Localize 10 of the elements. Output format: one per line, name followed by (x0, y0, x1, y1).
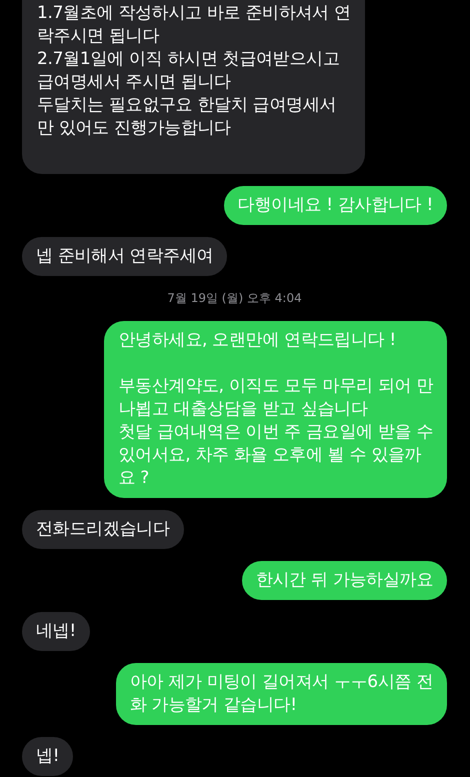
received-message-bubble: 1.7월초에 작성하시고 바로 준비하셔서 연 락주시면 됩니다 2.7월1일에 이직 하시면 첫급여받으시고 급여명세서 주시면 됩니다 두달치는 필요없구요 한달치 급여명세서 만 있어도 진행가능합니다 (22, 0, 365, 174)
received-message-bubble: 넵 준비해서 연락주세여 (22, 237, 228, 276)
received-message-bubble: 넵! (22, 737, 74, 776)
sent-message-bubble: 다행이네요 ! 감사합니다 ! (224, 186, 447, 225)
sent-message-bubble: 한시간 뒤 가능하실까요 (242, 561, 447, 600)
received-message-bubble: 전화드리겠습니다 (22, 510, 184, 549)
received-message-bubble: 네넵! (22, 612, 90, 651)
sent-message-bubble: 아아 제가 미팅이 길어져서 ㅜㅜ6시쯤 전 화 가능할거 같습니다! (116, 663, 447, 725)
message-timestamp: 7월 19일 (월) 오후 4:04 (167, 290, 302, 307)
sent-message-bubble: 안녕하세요, 오랜만에 연락드립니다 ! 부동산계약도, 이직도 모두 마무리 되어 만 나뵙고 대출상담을 받고 싶습니다 첫달 급여내역은 이번 주 금요일에 받을 수 있어서요, 차주 화욜 오후에 뵐 수 있을까 요 ? (104, 321, 447, 498)
